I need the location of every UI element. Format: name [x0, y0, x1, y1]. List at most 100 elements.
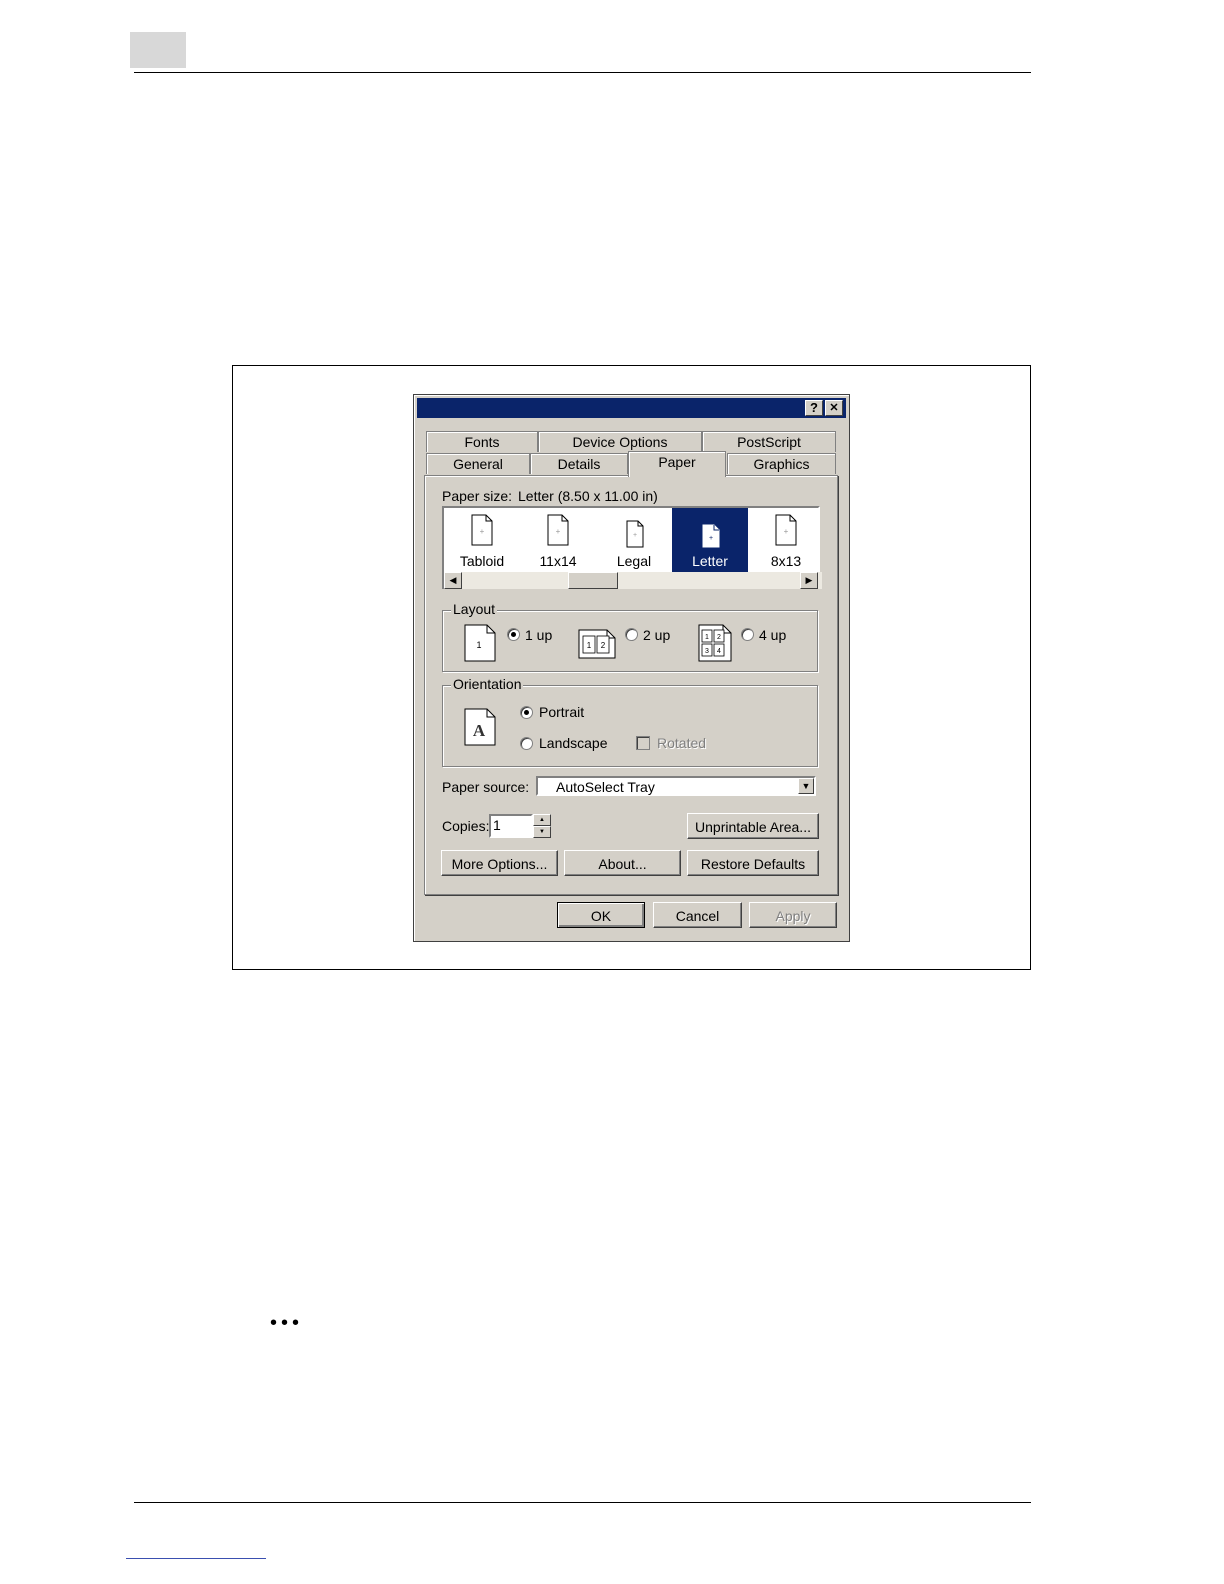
- scrollbar-thumb[interactable]: [568, 572, 618, 589]
- 4up-icon-number-1: 1: [705, 634, 709, 641]
- spin-down-icon: ▼: [539, 829, 545, 835]
- 4up-page-icon: 1 2 3 4: [698, 624, 732, 662]
- paper-item-8x13[interactable]: + 8x13: [748, 508, 818, 572]
- tab-label: Device Options: [572, 434, 668, 450]
- svg-text:+: +: [709, 535, 713, 542]
- 4up-icon-number-2: 2: [717, 634, 721, 641]
- paper-source-label: Paper source:: [442, 779, 530, 795]
- tab-graphics[interactable]: Graphics: [727, 453, 836, 474]
- copies-input[interactable]: 1: [489, 814, 533, 838]
- paper-item-legal[interactable]: + Legal: [596, 508, 672, 572]
- layout-1up-label: 1 up: [525, 627, 553, 643]
- footer-rule: [134, 1502, 1031, 1503]
- more-options-button[interactable]: More Options...: [441, 850, 558, 876]
- tab-label: Details: [557, 456, 601, 472]
- page-icon: +: [775, 514, 797, 546]
- tab-postscript[interactable]: PostScript: [702, 431, 836, 452]
- dropdown-button[interactable]: ▼: [798, 778, 814, 794]
- apply-button[interactable]: Apply: [749, 902, 837, 928]
- tab-label: Graphics: [753, 456, 810, 472]
- 4up-icon-number-3: 3: [705, 648, 709, 655]
- paper-item-label: 11x14: [539, 553, 577, 569]
- svg-text:+: +: [480, 527, 485, 536]
- page-icon: +: [702, 524, 720, 548]
- tab-label: General: [453, 456, 503, 472]
- spin-up-button[interactable]: ▲: [533, 814, 551, 826]
- tab-device-options[interactable]: Device Options: [538, 431, 702, 452]
- svg-text:+: +: [556, 527, 561, 536]
- scroll-right-button[interactable]: ▶: [800, 572, 818, 589]
- arrow-left-icon: ◀: [449, 575, 457, 585]
- close-button[interactable]: ✕: [825, 400, 843, 416]
- paper-item-label: Letter: [692, 553, 728, 569]
- layout-1up-radio[interactable]: [507, 628, 520, 641]
- orientation-icon-letter: A: [473, 721, 486, 740]
- printer-properties-dialog: ? ✕ Fonts Device Options PostScript Gene…: [413, 394, 850, 942]
- tab-details[interactable]: Details: [530, 453, 628, 474]
- paper-item-label: Tabloid: [459, 553, 505, 569]
- paper-size-value: Letter (8.50 x 11.00 in): [518, 488, 658, 504]
- unprintable-area-button[interactable]: Unprintable Area...: [687, 813, 819, 839]
- ellipsis-marker: •••: [270, 1312, 304, 1334]
- paper-size-list[interactable]: + Tabloid + 11x14 + Legal + Letter + 8x1…: [442, 506, 820, 576]
- paper-size-label: Paper size:: [442, 488, 513, 504]
- copies-label: Copies:: [442, 818, 490, 834]
- arrow-right-icon: ▶: [805, 575, 813, 585]
- paper-item-letter[interactable]: + Letter: [672, 508, 748, 572]
- tab-label: Fonts: [464, 434, 500, 450]
- landscape-label: Landscape: [539, 735, 608, 751]
- 4up-icon-number-4: 4: [717, 648, 721, 655]
- spin-up-icon: ▲: [539, 817, 545, 823]
- paper-item-label: Legal: [616, 553, 652, 569]
- cancel-button[interactable]: Cancel: [653, 902, 742, 928]
- page-icon: +: [547, 514, 569, 546]
- layout-group: Layout 1 1 up 1 2 2 up 1 2 3 4 4 up: [442, 601, 818, 672]
- 1up-page-icon: 1: [464, 624, 496, 662]
- layout-2up-label: 2 up: [643, 627, 671, 643]
- paper-item-label: 8x13: [770, 553, 802, 569]
- chapter-tab-marker: [130, 32, 186, 68]
- portrait-label: Portrait: [539, 704, 585, 720]
- svg-text:+: +: [633, 532, 637, 539]
- tab-general[interactable]: General: [426, 453, 530, 474]
- about-button[interactable]: About...: [564, 850, 681, 876]
- spin-down-button[interactable]: ▼: [533, 826, 551, 838]
- tab-label: Paper: [658, 454, 696, 470]
- scroll-left-button[interactable]: ◀: [444, 572, 462, 589]
- layout-4up-label: 4 up: [759, 627, 787, 643]
- svg-text:+: +: [784, 527, 789, 536]
- paper-source-select[interactable]: AutoSelect Tray ▼: [536, 776, 816, 796]
- layout-2up-radio[interactable]: [625, 628, 638, 641]
- tab-label: PostScript: [737, 434, 801, 450]
- copies-spinner[interactable]: ▲ ▼: [533, 814, 551, 838]
- paper-list-scrollbar[interactable]: ◀ ▶: [442, 572, 822, 589]
- rotated-checkbox[interactable]: [636, 736, 650, 750]
- layout-4up-radio[interactable]: [741, 628, 754, 641]
- landscape-radio[interactable]: [520, 737, 533, 750]
- paper-item-tabloid[interactable]: + Tabloid: [444, 508, 520, 572]
- 2up-icon-number-2: 2: [601, 641, 606, 650]
- 2up-icon-number-1: 1: [587, 641, 592, 650]
- footer-link-underline: [126, 1558, 266, 1559]
- tab-paper[interactable]: Paper: [628, 451, 726, 477]
- chevron-down-icon: ▼: [801, 781, 811, 791]
- page-icon: +: [626, 520, 644, 548]
- help-icon: ?: [810, 400, 818, 415]
- portrait-radio[interactable]: [520, 706, 533, 719]
- restore-defaults-button[interactable]: Restore Defaults: [687, 850, 819, 876]
- close-icon: ✕: [829, 402, 839, 414]
- help-button[interactable]: ?: [805, 400, 823, 416]
- ok-button[interactable]: OK: [557, 902, 645, 928]
- orientation-group: Orientation A Portrait Landscape Rotated: [442, 676, 818, 767]
- dialog-titlebar[interactable]: ? ✕: [417, 398, 846, 418]
- 2up-page-icon: 1 2: [578, 629, 616, 659]
- paper-item-11x14[interactable]: + 11x14: [520, 508, 596, 572]
- portrait-page-icon: A: [464, 708, 496, 746]
- orientation-group-title: Orientation: [451, 676, 524, 692]
- rotated-label: Rotated: [657, 735, 707, 751]
- 1up-icon-number: 1: [476, 640, 481, 650]
- layout-group-title: Layout: [451, 601, 498, 617]
- paper-source-value: AutoSelect Tray: [556, 779, 655, 795]
- header-rule: [134, 72, 1031, 73]
- tab-fonts[interactable]: Fonts: [426, 431, 538, 452]
